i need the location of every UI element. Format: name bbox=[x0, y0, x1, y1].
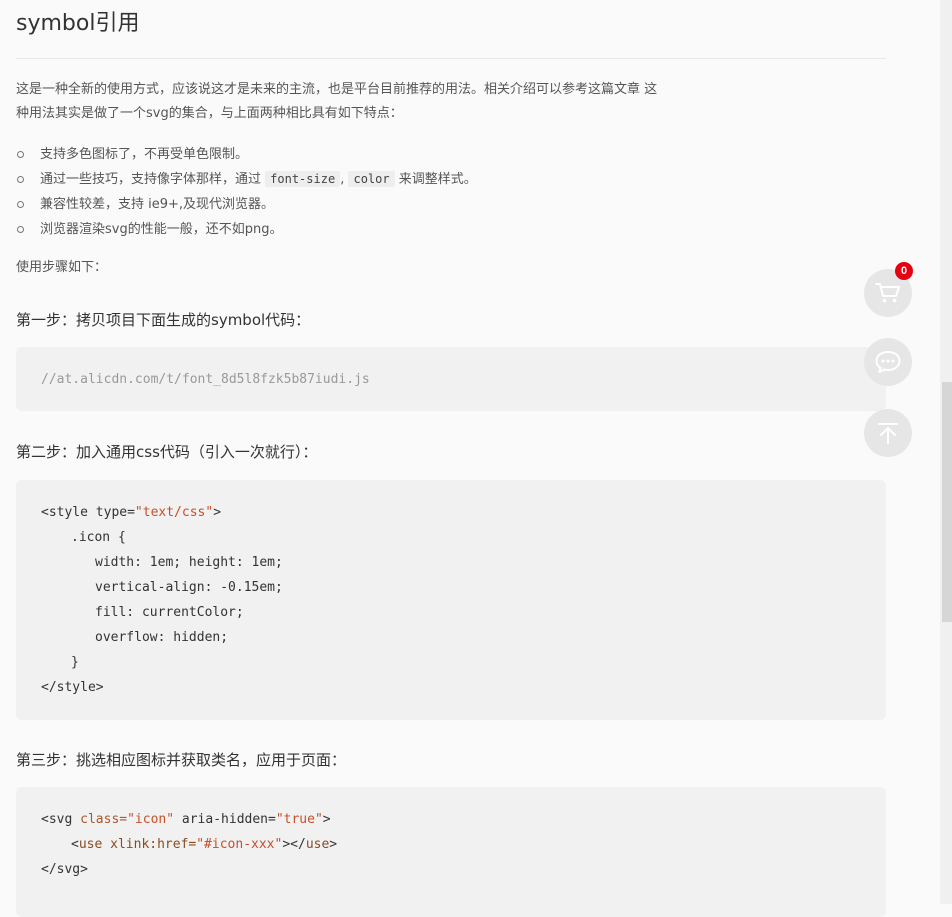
code-token: > bbox=[213, 505, 222, 520]
cart-count-badge: 0 bbox=[895, 262, 913, 280]
code-string: "text/css" bbox=[134, 505, 214, 520]
back-to-top-icon bbox=[878, 423, 898, 444]
code-token: ></ bbox=[282, 837, 306, 852]
code-line: <style type="text/css"> bbox=[41, 500, 221, 525]
chat-icon bbox=[875, 351, 901, 373]
code-line: fill: currentColor; bbox=[95, 605, 244, 620]
cart-button[interactable]: 0 bbox=[864, 262, 913, 317]
code-line: vertical-align: -0.15em; bbox=[95, 580, 283, 595]
intro-paragraph: 这是一种全新的使用方式，应该说这才是未来的主流，也是平台目前推荐的用法。相关介绍… bbox=[16, 78, 736, 126]
cart-icon bbox=[875, 283, 900, 303]
step-1-title: 第一步：拷贝项目下面生成的symbol代码： bbox=[16, 311, 311, 329]
code-line: </svg> bbox=[41, 862, 88, 877]
feature-text: 来调整样式。 bbox=[398, 172, 477, 187]
code-line: </style> bbox=[41, 680, 104, 695]
inline-code-color: color bbox=[348, 171, 395, 187]
usage-label: 使用步骤如下： bbox=[16, 260, 108, 275]
separator-text: , bbox=[340, 172, 345, 187]
code-string: "true" bbox=[275, 812, 323, 827]
code-token: > bbox=[322, 812, 331, 827]
feature-text: 兼容性较差，支持 ie9+,及现代浏览器。 bbox=[40, 197, 275, 212]
intro-line-2: 种用法其实是做了一个svg的集合，与上面两种相比具有如下特点： bbox=[16, 106, 403, 121]
code-token: > bbox=[329, 837, 338, 852]
chat-button[interactable] bbox=[864, 338, 912, 386]
step-3-title: 第三步：挑选相应图标并获取类名，应用于页面： bbox=[16, 751, 347, 769]
feature-text: 浏览器渲染svg的性能一般，还不如png。 bbox=[40, 222, 283, 237]
code-string: "icon" bbox=[127, 812, 175, 827]
code-token: <svg bbox=[41, 812, 81, 827]
back-to-top-button[interactable] bbox=[864, 409, 912, 457]
code-block-step-3[interactable]: <svg class="icon" aria-hidden="true"> <u… bbox=[16, 787, 886, 917]
code-tag: use bbox=[305, 837, 330, 852]
code-token: < bbox=[71, 837, 79, 852]
code-block-step-2[interactable]: <style type="text/css"> .icon { width: 1… bbox=[16, 480, 886, 720]
feature-item: 通过一些技巧，支持像字体那样，通过 font-size, color 来调整样式… bbox=[16, 167, 477, 192]
code-line: width: 1em; height: 1em; bbox=[95, 555, 283, 570]
code-attr: class= bbox=[80, 812, 128, 827]
code-line: <use xlink:href="#icon-xxx"></use> bbox=[71, 832, 337, 857]
scrollbar-thumb[interactable] bbox=[942, 382, 952, 622]
code-line: overflow: hidden; bbox=[95, 630, 229, 645]
page-title: symbol引用 bbox=[16, 11, 140, 36]
code-line: .icon { bbox=[71, 530, 126, 545]
code-attr: xlink:href= bbox=[102, 837, 197, 852]
feature-text: 支持多色图标了，不再受单色限制。 bbox=[40, 147, 249, 162]
feature-list: 支持多色图标了，不再受单色限制。 通过一些技巧，支持像字体那样，通过 font-… bbox=[16, 142, 477, 242]
step-2-title: 第二步：加入通用css代码（引入一次就行）： bbox=[16, 443, 318, 461]
intro-line-1: 这是一种全新的使用方式，应该说这才是未来的主流，也是平台目前推荐的用法。相关介绍… bbox=[16, 82, 658, 97]
code-line: //at.alicdn.com/t/font_8d5l8fzk5b87iudi.… bbox=[41, 367, 370, 392]
code-tag: use bbox=[78, 837, 103, 852]
code-block-step-1[interactable]: //at.alicdn.com/t/font_8d5l8fzk5b87iudi.… bbox=[16, 347, 886, 411]
feature-item: 支持多色图标了，不再受单色限制。 bbox=[16, 142, 477, 167]
code-comment: //at.alicdn.com/t/font_8d5l8fzk5b87iudi.… bbox=[41, 372, 370, 387]
feature-item: 兼容性较差，支持 ie9+,及现代浏览器。 bbox=[16, 192, 477, 217]
inline-code-font-size: font-size bbox=[265, 171, 341, 187]
code-line: <svg class="icon" aria-hidden="true"> bbox=[41, 807, 331, 832]
code-token: <style type= bbox=[41, 505, 135, 520]
code-string: "#icon-xxx" bbox=[196, 837, 283, 852]
feature-text: 通过一些技巧，支持像字体那样，通过 bbox=[40, 172, 262, 187]
code-line: } bbox=[71, 655, 79, 670]
feature-item: 浏览器渲染svg的性能一般，还不如png。 bbox=[16, 217, 477, 242]
code-attr: aria-hidden= bbox=[174, 812, 276, 827]
title-divider bbox=[16, 58, 886, 59]
